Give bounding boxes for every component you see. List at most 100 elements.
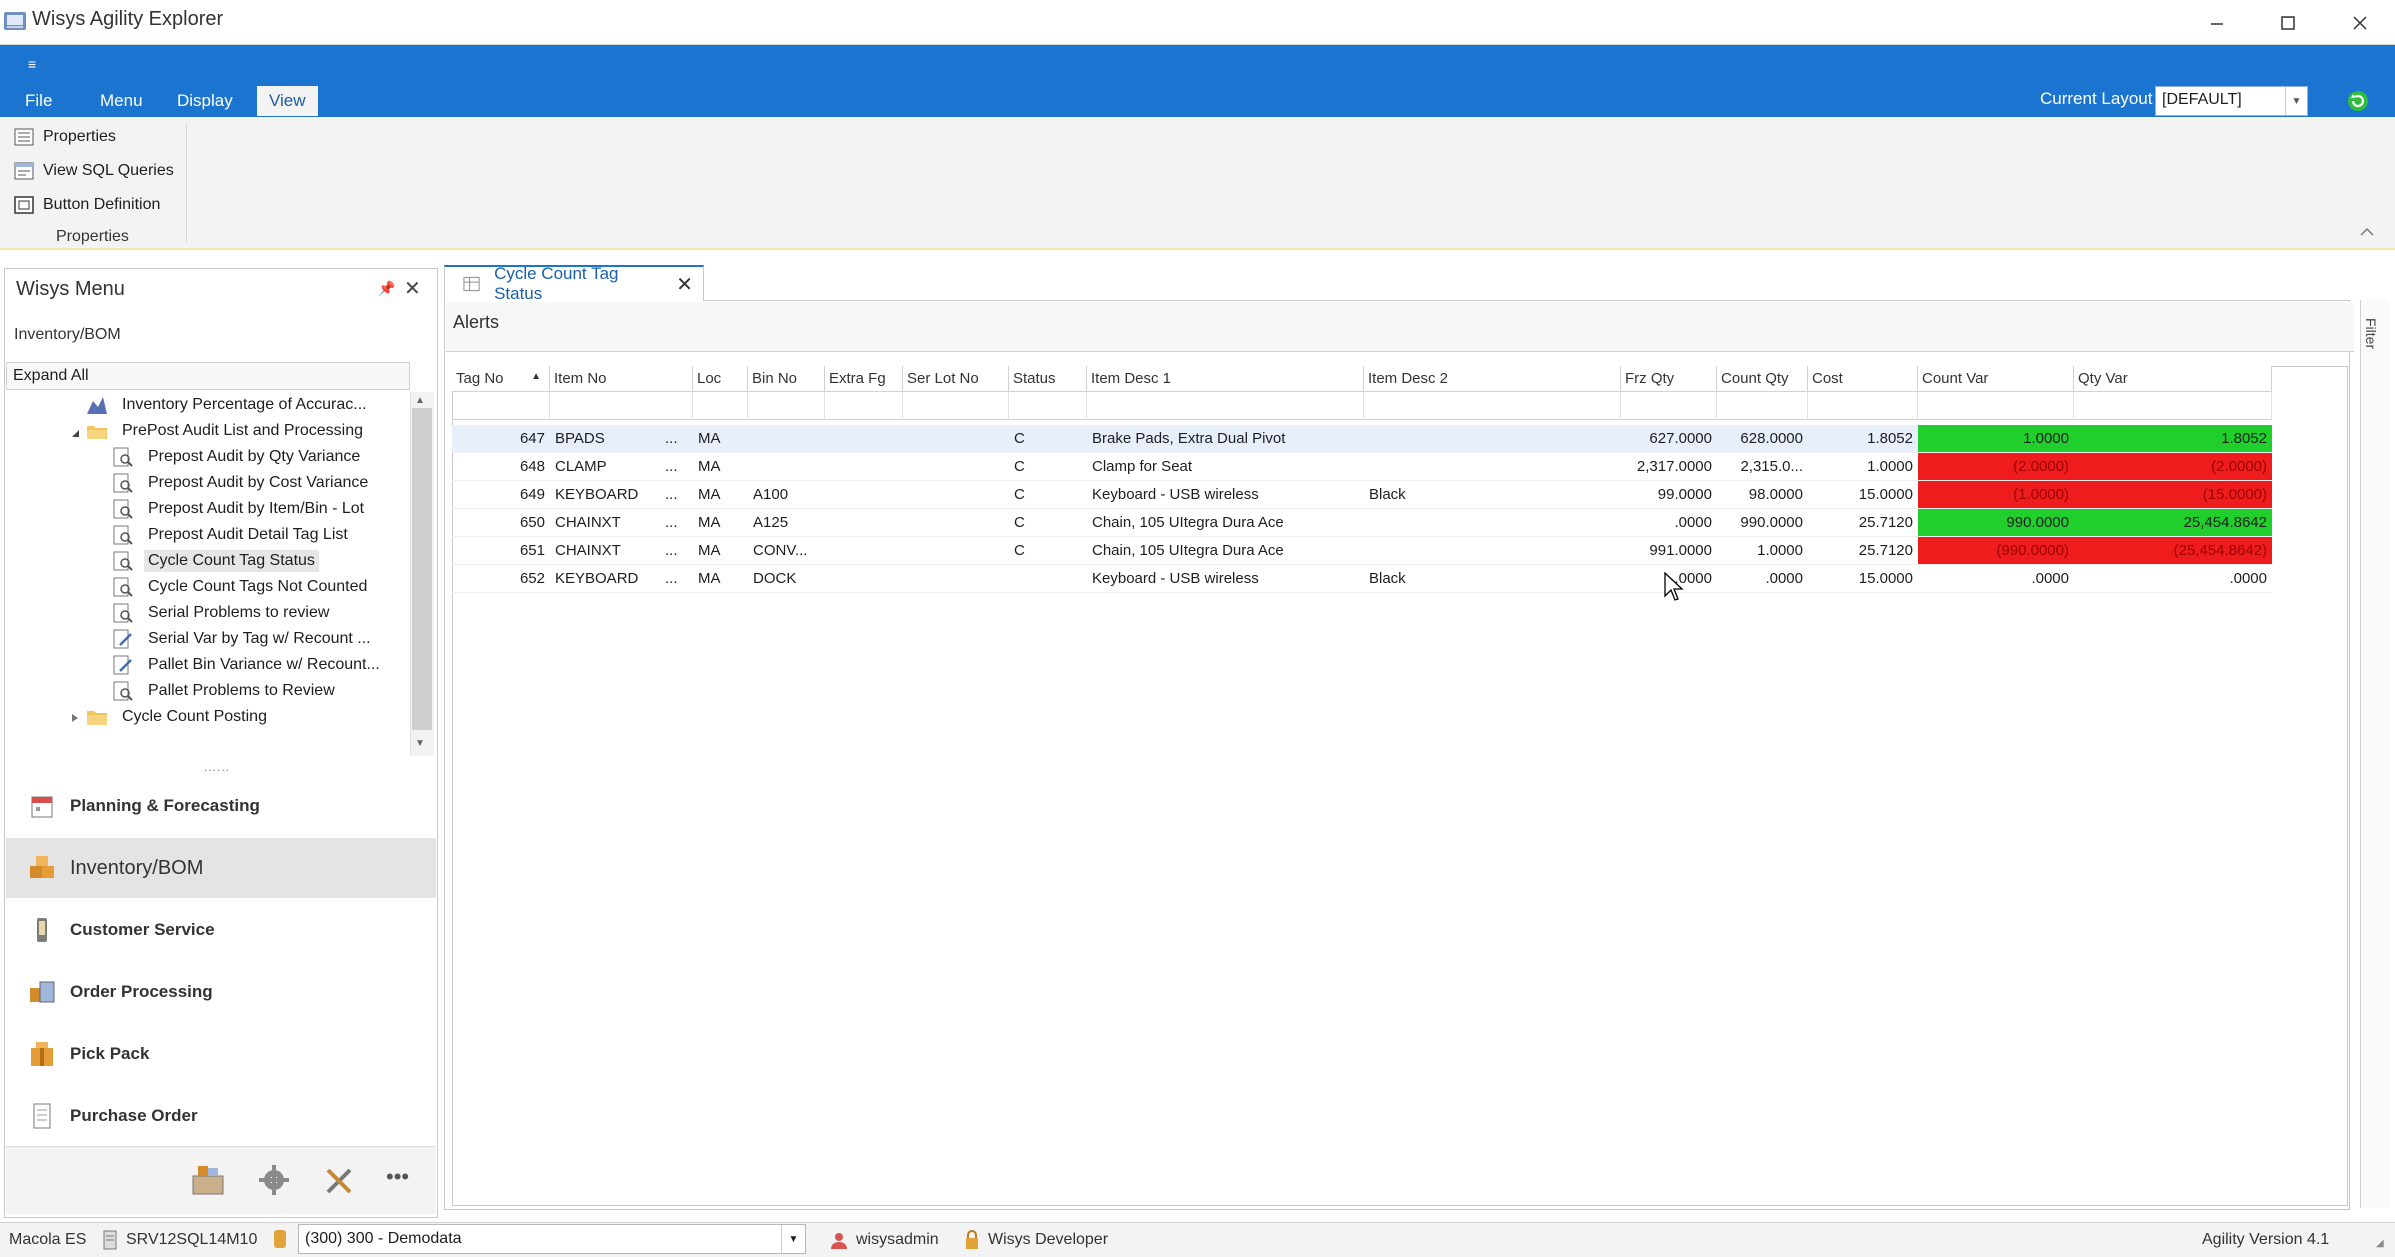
table-cell-item[interactable]: BPADS xyxy=(550,425,660,453)
table-cell-countvar[interactable]: (2.0000) xyxy=(1918,453,2074,481)
nav-customer-service[interactable]: Customer Service xyxy=(6,900,436,960)
table-cell-frz[interactable]: .0000 xyxy=(1621,509,1717,537)
filter-cell[interactable] xyxy=(1009,392,1087,420)
table-cell-extra[interactable] xyxy=(825,425,903,453)
filter-cell[interactable] xyxy=(1918,392,2074,420)
table-cell-desc2[interactable] xyxy=(1364,453,1621,481)
column-header-status[interactable]: Status xyxy=(1009,366,1087,392)
settings-gear-icon[interactable] xyxy=(256,1162,292,1198)
table-cell-frz[interactable]: 99.0000 xyxy=(1621,481,1717,509)
maximize-button[interactable] xyxy=(2253,0,2323,45)
table-cell-loc[interactable]: MA xyxy=(693,481,748,509)
nav-order-processing[interactable]: Order Processing xyxy=(6,962,436,1022)
table-cell-tag[interactable]: 648 xyxy=(452,453,550,481)
table-cell-status[interactable]: C xyxy=(1009,509,1087,537)
tree-item[interactable]: Prepost Audit Detail Tag List xyxy=(112,522,348,548)
column-header-count-qty[interactable]: Count Qty xyxy=(1717,366,1808,392)
table-cell-serlot[interactable] xyxy=(903,425,1009,453)
table-cell-qtyvar[interactable]: (2.0000) xyxy=(2074,453,2272,481)
pin-icon[interactable]: 📌 xyxy=(378,280,395,297)
chevron-down-icon[interactable]: ▼ xyxy=(781,1225,805,1253)
column-header-qty-var[interactable]: Qty Var xyxy=(2074,366,2272,392)
table-cell-desc1[interactable]: Brake Pads, Extra Dual Pivot xyxy=(1087,425,1364,453)
table-cell-extra[interactable] xyxy=(825,565,903,593)
table-cell-frz[interactable]: 627.0000 xyxy=(1621,425,1717,453)
filter-cell[interactable] xyxy=(1808,392,1918,420)
column-header-ser-lot-no[interactable]: Ser Lot No xyxy=(903,366,1009,392)
table-cell-desc1[interactable]: Chain, 105 UItegra Dura Ace xyxy=(1087,509,1364,537)
ellipsis-button[interactable]: ... xyxy=(660,565,693,593)
table-cell-tag[interactable]: 647 xyxy=(452,425,550,453)
table-cell-status[interactable] xyxy=(1009,565,1087,593)
tree-item[interactable]: Prepost Audit by Cost Variance xyxy=(112,470,368,496)
tree-item[interactable]: Serial Problems to review xyxy=(112,600,329,626)
table-cell-desc1[interactable]: Keyboard - USB wireless xyxy=(1087,481,1364,509)
table-cell-extra[interactable] xyxy=(825,509,903,537)
column-header-item-desc-2[interactable]: Item Desc 2 xyxy=(1364,366,1621,392)
properties-button[interactable]: Properties xyxy=(14,122,116,152)
tree-item[interactable]: Pallet Problems to Review xyxy=(112,678,335,704)
table-cell-tag[interactable]: 650 xyxy=(452,509,550,537)
column-header-count-var[interactable]: Count Var xyxy=(1918,366,2074,392)
table-cell-bin[interactable] xyxy=(748,453,825,481)
column-header-loc[interactable]: Loc xyxy=(693,366,748,392)
filter-cell[interactable] xyxy=(825,392,903,420)
column-header-item-desc-1[interactable]: Item Desc 1 xyxy=(1087,366,1364,392)
collapse-arrow-icon[interactable] xyxy=(70,428,80,438)
table-cell-count[interactable]: .0000 xyxy=(1717,565,1808,593)
column-header-frz-qty[interactable]: Frz Qty xyxy=(1621,366,1717,392)
ellipsis-button[interactable]: ... xyxy=(660,537,693,565)
tree-folder[interactable]: Cycle Count Posting xyxy=(86,704,267,730)
tools-icon[interactable] xyxy=(322,1162,358,1198)
tab-display[interactable]: Display xyxy=(165,86,245,116)
filter-cell[interactable] xyxy=(1717,392,1808,420)
column-header-bin-no[interactable]: Bin No xyxy=(748,366,825,392)
status-user[interactable]: wisysadmin xyxy=(830,1228,939,1252)
table-cell-qtyvar[interactable]: (25,454.8642) xyxy=(2074,537,2272,565)
column-header-extra-fg[interactable]: Extra Fg xyxy=(825,366,903,392)
table-cell-countvar[interactable]: (990.0000) xyxy=(1918,537,2074,565)
column-header-cost[interactable]: Cost xyxy=(1808,366,1918,392)
table-cell-desc1[interactable]: Clamp for Seat xyxy=(1087,453,1364,481)
table-cell-loc[interactable]: MA xyxy=(693,509,748,537)
filter-cell[interactable] xyxy=(452,392,550,420)
quick-access-toolbar[interactable]: ≡ xyxy=(28,56,36,72)
tree-item[interactable]: Serial Var by Tag w/ Recount ... xyxy=(112,626,371,652)
tree-item[interactable]: Prepost Audit by Item/Bin - Lot xyxy=(112,496,364,522)
filter-cell[interactable] xyxy=(1621,392,1717,420)
table-cell-item[interactable]: KEYBOARD xyxy=(550,565,660,593)
more-options-button[interactable]: ••• xyxy=(386,1164,409,1190)
ellipsis-button[interactable]: ... xyxy=(660,453,693,481)
table-cell-tag[interactable]: 651 xyxy=(452,537,550,565)
table-cell-frz[interactable]: 991.0000 xyxy=(1621,537,1717,565)
filter-label[interactable]: Filter xyxy=(2363,318,2379,349)
table-cell-qtyvar[interactable]: 1.8052 xyxy=(2074,425,2272,453)
table-cell-countvar[interactable]: .0000 xyxy=(1918,565,2074,593)
expand-all-button[interactable]: Expand All xyxy=(6,362,410,390)
table-cell-count[interactable]: 990.0000 xyxy=(1717,509,1808,537)
table-cell-serlot[interactable] xyxy=(903,537,1009,565)
panel-splitter[interactable]: ...... xyxy=(204,760,230,774)
table-cell-cost[interactable]: 25.7120 xyxy=(1808,537,1918,565)
table-cell-desc1[interactable]: Keyboard - USB wireless xyxy=(1087,565,1364,593)
table-cell-cost[interactable]: 1.0000 xyxy=(1808,453,1918,481)
table-cell-item[interactable]: CHAINXT xyxy=(550,537,660,565)
table-cell-frz[interactable]: 2,317.0000 xyxy=(1621,453,1717,481)
table-cell-desc2[interactable] xyxy=(1364,425,1621,453)
column-header-item-no[interactable]: Item No xyxy=(550,366,693,392)
tree-item[interactable]: Prepost Audit by Qty Variance xyxy=(112,444,360,470)
table-cell-item[interactable]: KEYBOARD xyxy=(550,481,660,509)
ellipsis-button[interactable]: ... xyxy=(660,509,693,537)
table-cell-status[interactable]: C xyxy=(1009,453,1087,481)
table-cell-cost[interactable]: 1.8052 xyxy=(1808,425,1918,453)
tree-folder[interactable]: PrePost Audit List and Processing xyxy=(86,418,363,444)
table-cell-item[interactable]: CLAMP xyxy=(550,453,660,481)
column-header-tag-no[interactable]: Tag No ▲ xyxy=(452,366,550,392)
table-cell-loc[interactable]: MA xyxy=(693,453,748,481)
table-cell-countvar[interactable]: (1.0000) xyxy=(1918,481,2074,509)
view-sql-queries-button[interactable]: View SQL Queries xyxy=(14,156,174,186)
table-cell-serlot[interactable] xyxy=(903,509,1009,537)
tab-view[interactable]: View xyxy=(257,86,318,116)
table-cell-countvar[interactable]: 1.0000 xyxy=(1918,425,2074,453)
filter-cell[interactable] xyxy=(550,392,693,420)
